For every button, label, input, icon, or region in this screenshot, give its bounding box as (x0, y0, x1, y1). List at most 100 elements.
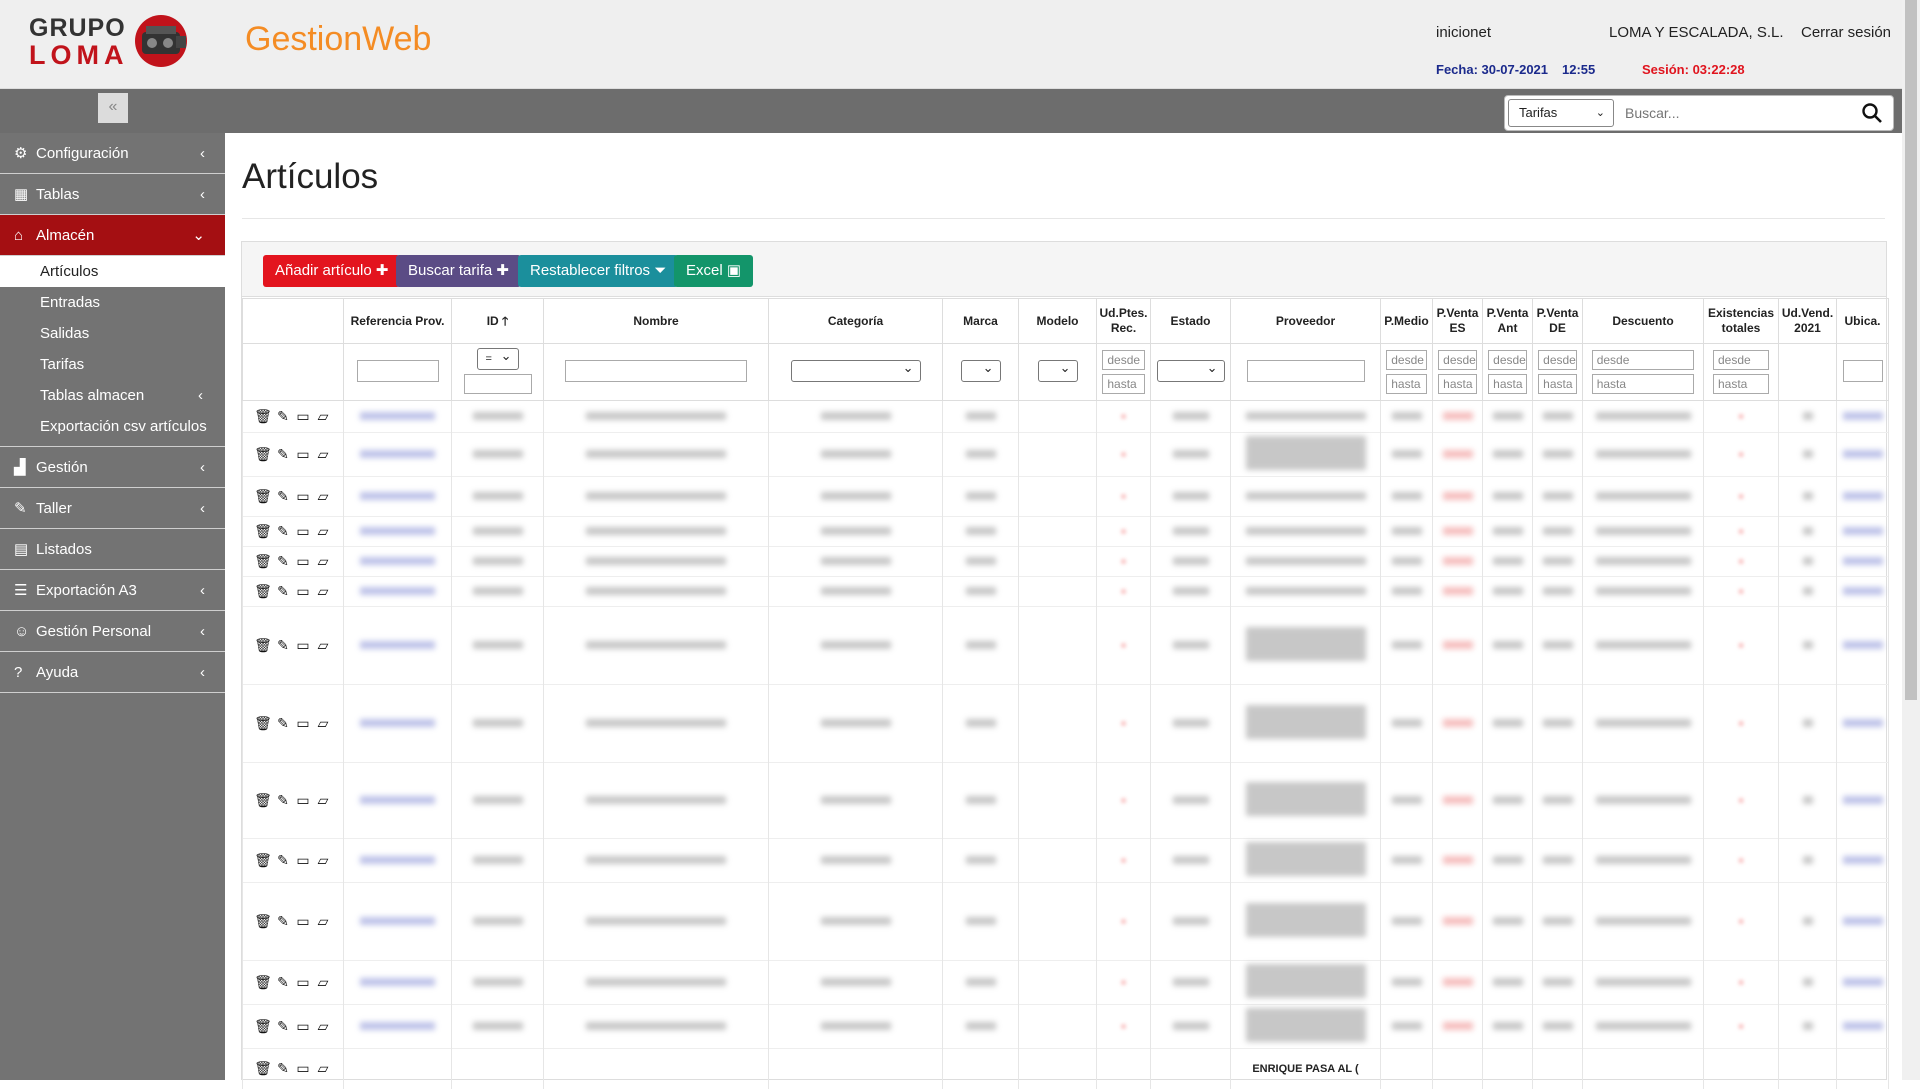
delete-icon[interactable]: 🗑 (253, 1060, 273, 1077)
page-scrollbar[interactable] (1902, 0, 1920, 1080)
col-ubica[interactable]: Ubica. (1836, 298, 1889, 344)
folder-open-icon[interactable]: ▱ (313, 488, 333, 505)
card-icon[interactable]: ▭ (293, 792, 313, 809)
edit-icon[interactable]: ✎ (273, 715, 293, 732)
folder-open-icon[interactable]: ▱ (313, 446, 333, 463)
filter-p-venta-es-desde[interactable]: desde (1438, 350, 1477, 370)
delete-icon[interactable]: 🗑 (253, 488, 273, 505)
filter-estado-select[interactable] (1156, 358, 1225, 382)
company-logo[interactable]: GRUPO LOMA (26, 12, 196, 72)
filter-nombre-input[interactable] (565, 359, 747, 382)
col-p-medio[interactable]: P.Medio (1380, 298, 1433, 344)
folder-open-icon[interactable]: ▱ (313, 523, 333, 540)
table-row[interactable]: 🗑 ✎ ▭ ▱ • • (242, 838, 1889, 883)
submenu-item-entradas[interactable]: Entradas (0, 287, 225, 318)
filter-p-venta-de-desde[interactable]: desde (1538, 350, 1577, 370)
delete-icon[interactable]: 🗑 (253, 553, 273, 570)
card-icon[interactable]: ▭ (293, 523, 313, 540)
col-categoria[interactable]: Categoría (768, 298, 943, 344)
table-row[interactable]: 🗑 ✎ ▭ ▱ • • (242, 516, 1889, 547)
table-row[interactable]: 🗑 ✎ ▭ ▱ • • (242, 762, 1889, 839)
sidebar-item-exportacion-a3[interactable]: ☰ Exportación A3 ‹ (0, 570, 225, 611)
delete-icon[interactable]: 🗑 (253, 1018, 273, 1035)
edit-icon[interactable]: ✎ (273, 913, 293, 930)
logout-link[interactable]: Cerrar sesión (1801, 24, 1891, 41)
delete-icon[interactable]: 🗑 (253, 408, 273, 425)
sidebar-item-taller[interactable]: ✎ Taller ‹ (0, 488, 225, 529)
table-row[interactable]: 🗑 ✎ ▭ ▱ • • (242, 432, 1889, 477)
col-ref-prov[interactable]: Referencia Prov. (343, 298, 452, 344)
filter-ud-ptes-desde[interactable]: desde (1102, 350, 1145, 370)
card-icon[interactable]: ▭ (293, 637, 313, 654)
filter-descuento-desde[interactable]: desde (1591, 350, 1695, 370)
edit-icon[interactable]: ✎ (273, 1060, 293, 1077)
sidebar-item-configuracion[interactable]: ⚙ Configuración ‹ (0, 133, 225, 174)
table-row[interactable]: 🗑 ✎ ▭ ▱ ENRIQUE PASA AL ( (242, 1048, 1889, 1089)
folder-open-icon[interactable]: ▱ (313, 913, 333, 930)
filter-p-medio-desde[interactable]: desde (1386, 350, 1427, 370)
card-icon[interactable]: ▭ (293, 852, 313, 869)
sidebar-item-listados[interactable]: ▤ Listados (0, 529, 225, 570)
col-p-venta-es[interactable]: P.Venta ES (1432, 298, 1483, 344)
table-row[interactable]: 🗑 ✎ ▭ ▱ • • (242, 1004, 1889, 1049)
table-row[interactable]: 🗑 ✎ ▭ ▱ • • (242, 606, 1889, 685)
card-icon[interactable]: ▭ (293, 913, 313, 930)
collapse-sidebar-button[interactable]: « (98, 93, 128, 123)
folder-open-icon[interactable]: ▱ (313, 974, 333, 991)
edit-icon[interactable]: ✎ (273, 792, 293, 809)
sidebar-item-ayuda[interactable]: ? Ayuda ‹ (0, 652, 225, 693)
search-input[interactable] (1619, 99, 1849, 127)
filter-descuento-hasta[interactable]: hasta (1591, 374, 1695, 394)
filter-modelo-select[interactable] (1037, 358, 1078, 382)
folder-open-icon[interactable]: ▱ (313, 715, 333, 732)
delete-icon[interactable]: 🗑 (253, 913, 273, 930)
col-p-venta-de[interactable]: P.Venta DE (1532, 298, 1583, 344)
filter-p-venta-ant-desde[interactable]: desde (1488, 350, 1527, 370)
edit-icon[interactable]: ✎ (273, 852, 293, 869)
table-row[interactable]: 🗑 ✎ ▭ ▱ • • (242, 960, 1889, 1005)
edit-icon[interactable]: ✎ (273, 583, 293, 600)
submenu-item-articulos[interactable]: Artículos (0, 256, 225, 287)
col-ud-ptes[interactable]: Ud.Ptes. Rec. (1096, 298, 1151, 344)
filter-ubica-input[interactable] (1842, 359, 1883, 382)
filter-id-input[interactable] (463, 373, 532, 394)
edit-icon[interactable]: ✎ (273, 974, 293, 991)
sidebar-item-tablas[interactable]: ▦ Tablas ‹ (0, 174, 225, 215)
folder-open-icon[interactable]: ▱ (313, 1060, 333, 1077)
col-modelo[interactable]: Modelo (1018, 298, 1097, 344)
col-p-venta-ant[interactable]: P.Venta Ant (1482, 298, 1533, 344)
excel-export-button[interactable]: Excel ▣ (674, 255, 754, 287)
col-ud-vend[interactable]: Ud.Vend. 2021 (1778, 298, 1837, 344)
table-row[interactable]: 🗑 ✎ ▭ ▱ • • (242, 476, 1889, 517)
table-row[interactable]: 🗑 ✎ ▭ ▱ • • (242, 576, 1889, 607)
edit-icon[interactable]: ✎ (273, 553, 293, 570)
col-id[interactable]: ID 🡑 (451, 298, 544, 344)
folder-open-icon[interactable]: ▱ (313, 792, 333, 809)
filter-existencias-hasta[interactable]: hasta (1713, 374, 1769, 394)
filter-id-operator-select[interactable]: = (476, 346, 519, 370)
filter-p-venta-es-hasta[interactable]: hasta (1438, 374, 1477, 394)
card-icon[interactable]: ▭ (293, 408, 313, 425)
delete-icon[interactable]: 🗑 (253, 583, 273, 600)
col-marca[interactable]: Marca (942, 298, 1019, 344)
sidebar-item-gestion[interactable]: ▟ Gestión ‹ (0, 447, 225, 488)
filter-categoria-select[interactable] (790, 358, 921, 382)
folder-open-icon[interactable]: ▱ (313, 637, 333, 654)
col-descuento[interactable]: Descuento (1582, 298, 1704, 344)
filter-existencias-desde[interactable]: desde (1713, 350, 1769, 370)
delete-icon[interactable]: 🗑 (253, 523, 273, 540)
reset-filters-button[interactable]: Restablecer filtros ⏷ (518, 255, 679, 287)
table-row[interactable]: 🗑 ✎ ▭ ▱ • • (242, 546, 1889, 577)
filter-p-venta-ant-hasta[interactable]: hasta (1488, 374, 1527, 394)
filter-p-medio-hasta[interactable]: hasta (1386, 374, 1427, 394)
card-icon[interactable]: ▭ (293, 1060, 313, 1077)
filter-proveedor-input[interactable] (1246, 359, 1365, 382)
card-icon[interactable]: ▭ (293, 1018, 313, 1035)
table-row[interactable]: 🗑 ✎ ▭ ▱ • • (242, 400, 1889, 433)
col-nombre[interactable]: Nombre (543, 298, 769, 344)
edit-icon[interactable]: ✎ (273, 637, 293, 654)
submenu-item-tarifas[interactable]: Tarifas (0, 349, 225, 380)
col-existencias[interactable]: Existencias totales (1703, 298, 1779, 344)
delete-icon[interactable]: 🗑 (253, 792, 273, 809)
card-icon[interactable]: ▭ (293, 715, 313, 732)
